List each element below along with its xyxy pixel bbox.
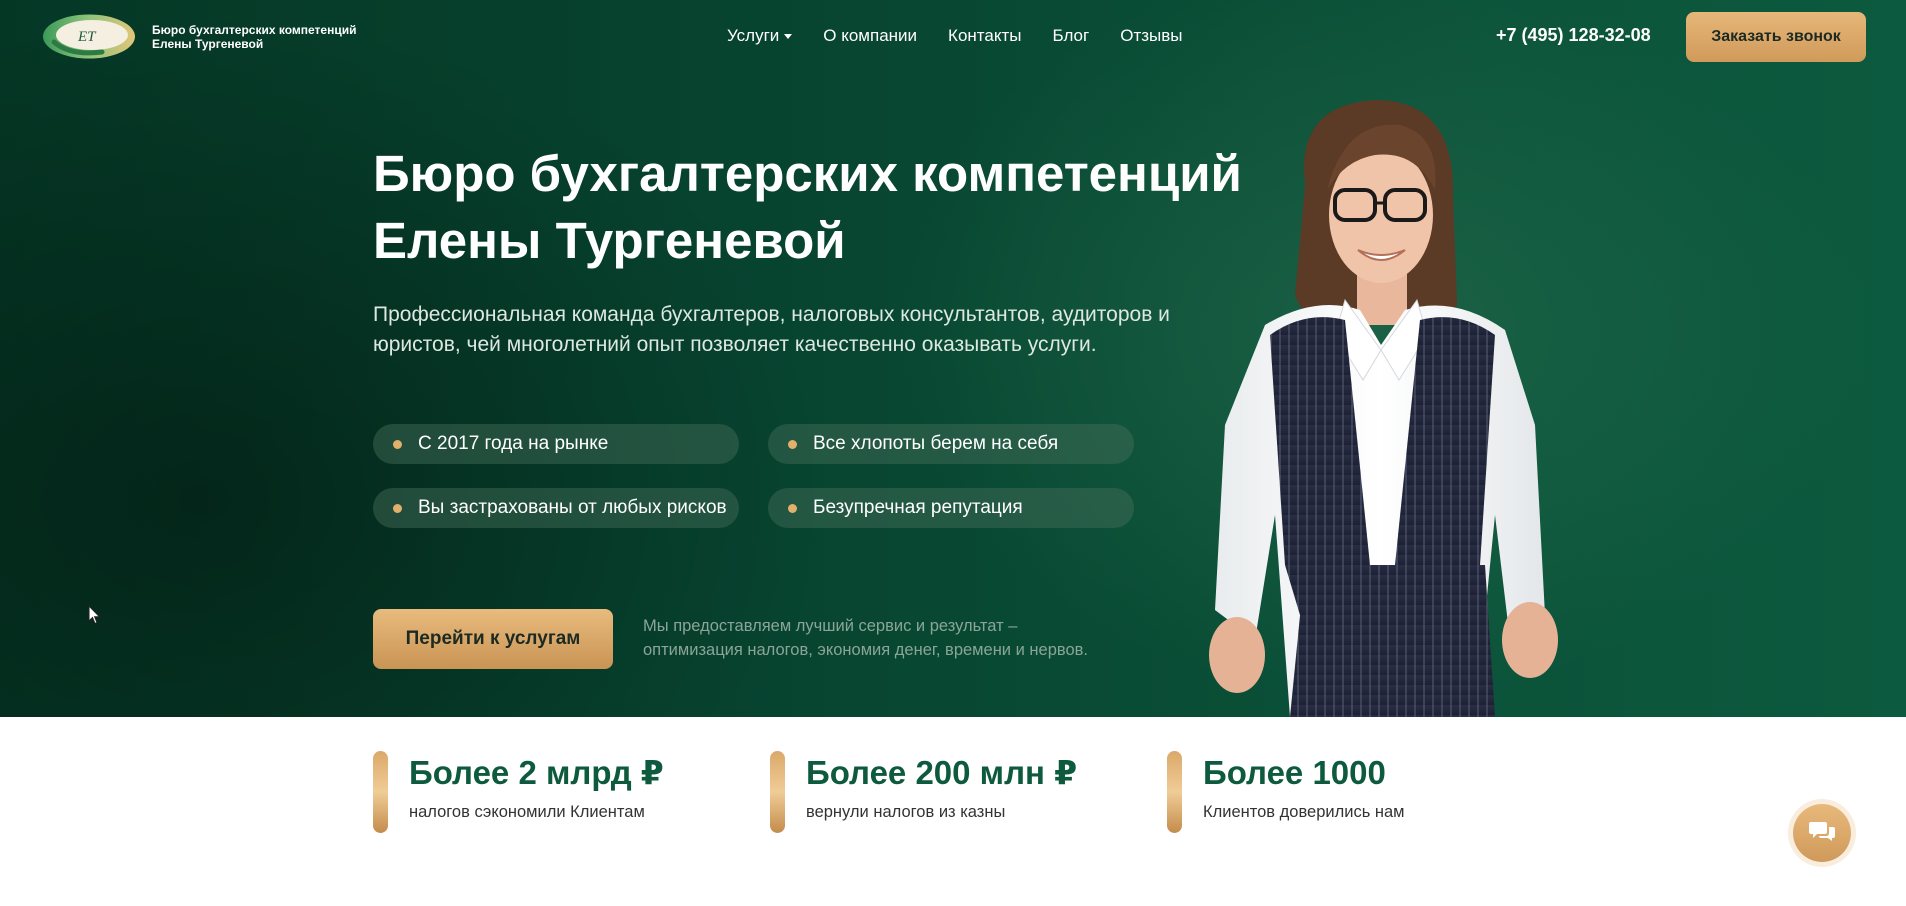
feature-label: С 2017 года на рынке xyxy=(418,433,609,454)
title-line-1: Бюро бухгалтерских компетенций xyxy=(373,145,1242,202)
stat-accent-bar xyxy=(770,751,785,833)
hero-subtitle: Профессиональная команда бухгалтеров, на… xyxy=(373,300,1173,360)
bullet-dot-icon xyxy=(788,503,797,513)
portrait-photo xyxy=(1195,95,1595,717)
feature-badge: Вы застрахованы от любых рисков xyxy=(373,488,739,528)
hero-section: ЕТ Бюро бухгалтерских компетенций Елены … xyxy=(0,0,1906,717)
feature-label: Вы застрахованы от любых рисков xyxy=(418,497,727,518)
main-nav: Услуги О компании Контакты Блог Отзывы xyxy=(727,26,1214,46)
feature-badge: Безупречная репутация xyxy=(768,488,1134,528)
nav-item-about[interactable]: О компании xyxy=(823,26,917,46)
phone-link[interactable]: +7 (495) 128-32-08 xyxy=(1496,25,1651,46)
bullet-dot-icon xyxy=(788,439,797,449)
feature-label: Безупречная репутация xyxy=(813,497,1023,518)
mouse-pointer-icon xyxy=(88,604,102,630)
logo-line-2: Елены Тургеневой xyxy=(152,36,264,51)
chat-bubbles-icon xyxy=(1808,819,1836,848)
cta-note-line-2: оптимизация налогов, экономия денег, вре… xyxy=(643,641,1088,659)
bullet-dot-icon xyxy=(393,439,402,449)
nav-item-blog[interactable]: Блог xyxy=(1052,26,1089,46)
nav-item-services[interactable]: Услуги xyxy=(727,26,793,46)
stat-value: Более 1000 xyxy=(1203,754,1386,791)
nav-item-reviews[interactable]: Отзывы xyxy=(1120,26,1182,46)
logo-mark: ЕТ xyxy=(40,12,138,61)
logo-monogram: ЕТ xyxy=(77,29,97,45)
stat-value: Более 200 млн ₽ xyxy=(806,754,1078,791)
subtitle-line-2: юристов, чей многолетний опыт позволяет … xyxy=(373,333,1097,356)
nav-item-contacts[interactable]: Контакты xyxy=(948,26,1021,46)
cta-note: Мы предоставляем лучший сервис и результ… xyxy=(643,614,1088,662)
logo-line-1: Бюро бухгалтерских компетенций xyxy=(152,22,357,37)
cta-note-line-1: Мы предоставляем лучший сервис и результ… xyxy=(643,617,1018,635)
nav-label-services: Услуги xyxy=(727,26,780,45)
chevron-down-icon xyxy=(784,33,793,39)
stat-block: Более 1000 Клиентов доверились нам xyxy=(1167,751,1405,833)
stat-accent-bar xyxy=(1167,751,1182,833)
page-title: Бюро бухгалтерских компетенций Елены Тур… xyxy=(373,140,1253,274)
bullet-dot-icon xyxy=(393,503,402,513)
logo[interactable]: ЕТ Бюро бухгалтерских компетенций Елены … xyxy=(40,12,356,61)
stat-label: Клиентов доверились нам xyxy=(1203,803,1405,821)
title-line-2: Елены Тургеневой xyxy=(373,212,846,269)
stat-block: Более 200 млн ₽ вернули налогов из казны xyxy=(770,751,1077,833)
logo-text: Бюро бухгалтерских компетенций Елены Тур… xyxy=(152,23,356,51)
feature-label: Все хлопоты берем на себя xyxy=(813,433,1059,454)
chat-widget-button[interactable] xyxy=(1793,804,1851,862)
feature-badge: С 2017 года на рынке xyxy=(373,424,739,464)
go-to-services-button[interactable]: Перейти к услугам xyxy=(373,609,613,669)
feature-badge: Все хлопоты берем на себя xyxy=(768,424,1134,464)
subtitle-line-1: Профессиональная команда бухгалтеров, на… xyxy=(373,303,1170,326)
stat-label: налогов сэкономили Клиентам xyxy=(409,803,645,821)
stat-block: Более 2 млрд ₽ налогов сэкономили Клиент… xyxy=(373,751,664,833)
stat-value: Более 2 млрд ₽ xyxy=(409,754,664,791)
stat-label: вернули налогов из казны xyxy=(806,803,1006,821)
stat-accent-bar xyxy=(373,751,388,833)
order-call-button[interactable]: Заказать звонок xyxy=(1686,12,1866,62)
